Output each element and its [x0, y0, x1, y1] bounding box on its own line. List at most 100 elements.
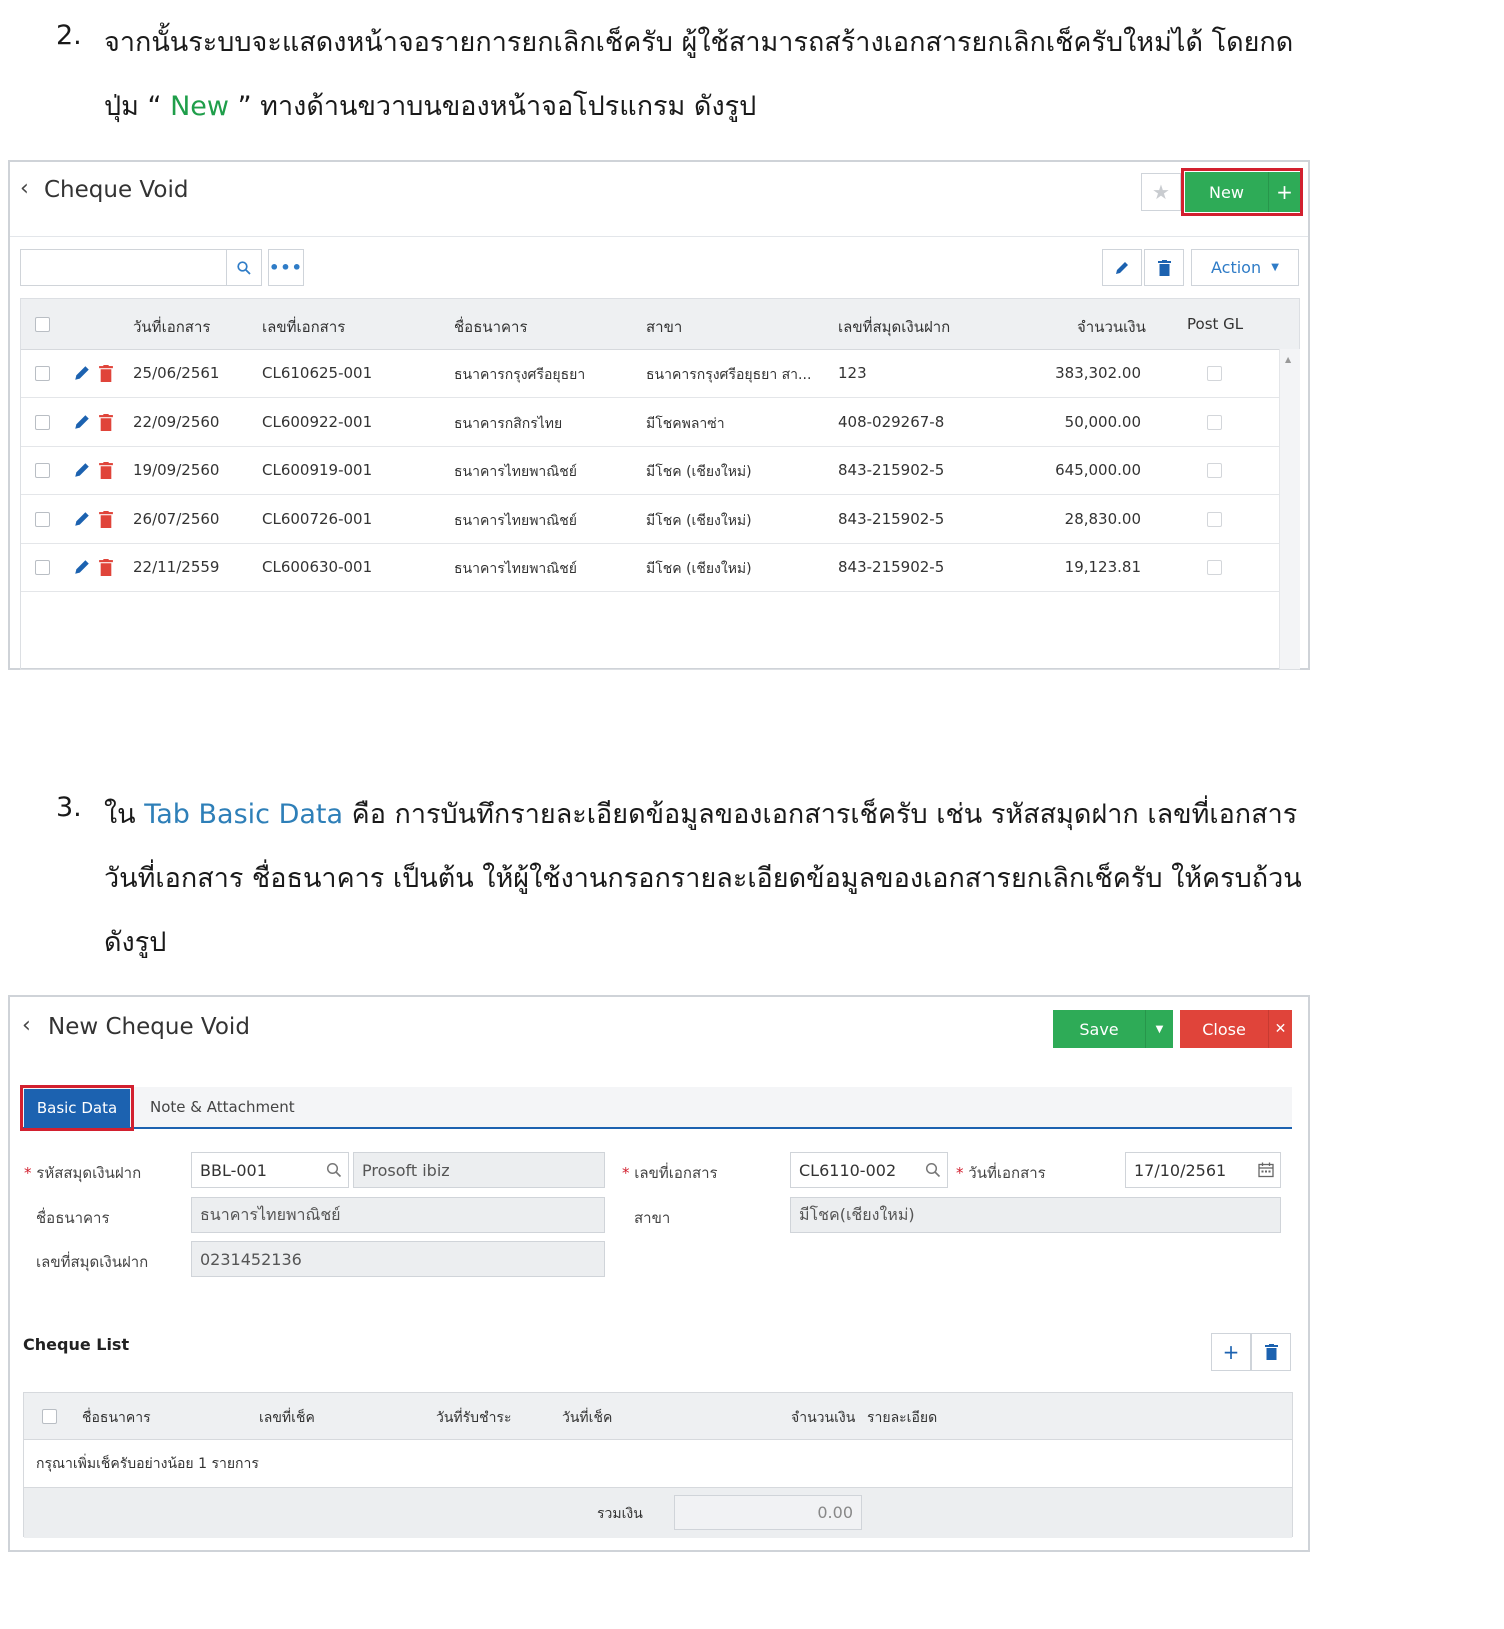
table-scrollbar[interactable]: ▲ [1279, 349, 1300, 669]
row-checkbox[interactable] [35, 463, 50, 478]
cell-branch: ธนาคารกรุงศรีอยุธยา สา... [646, 367, 812, 383]
delete-trash-icon[interactable] [99, 510, 113, 528]
col-bank-name[interactable]: ชื่อธนาคาร [454, 315, 528, 339]
col-doc-no[interactable]: เลขที่เอกสาร [262, 315, 345, 339]
cell-amount: 28,830.00 [1064, 509, 1141, 528]
edit-pencil-icon[interactable] [73, 461, 91, 479]
col-amount: จำนวนเงิน [791, 1410, 856, 1426]
account-label: เลขที่สมุดเงินฝาก [36, 1253, 149, 1271]
select-all-checkbox[interactable] [35, 317, 50, 332]
tab-note-attachment[interactable]: Note & Attachment [150, 1098, 295, 1116]
delete-trash-icon[interactable] [99, 365, 113, 382]
edit-pencil-icon[interactable] [73, 364, 91, 382]
step-3-number: 3. [56, 792, 82, 823]
header-divider [10, 236, 1308, 237]
save-dropdown-caret-icon[interactable]: ▼ [1145, 1010, 1173, 1048]
page-title: Cheque Void [44, 177, 189, 203]
step-2-number: 2. [56, 20, 82, 51]
col-branch[interactable]: สาขา [646, 315, 682, 339]
company-name-value: Prosoft ibiz [362, 1160, 450, 1180]
post-gl-checkbox [1207, 463, 1222, 478]
col-bank-name: ชื่อธนาคาร [82, 1410, 151, 1426]
table-row[interactable]: 25/06/2561 CL610625-001 ธนาคารกรุงศรีอยุธย… [21, 349, 1279, 398]
add-cheque-plus-icon[interactable]: + [1211, 1333, 1251, 1371]
doc-date-label: * วันที่เอกสาร [956, 1164, 1046, 1182]
branch-field: มีโชค(เชียงใหม่) [790, 1197, 1281, 1233]
bank-name-label: ชื่อธนาคาร [36, 1209, 110, 1227]
edit-pencil-icon[interactable] [1102, 249, 1142, 286]
new-cheque-void-screen: ‹ New Cheque Void Save ▼ Close ✕ Basic D… [8, 995, 1310, 1552]
row-checkbox[interactable] [35, 366, 50, 381]
post-gl-checkbox [1207, 366, 1222, 381]
branch-label: สาขา [634, 1209, 671, 1227]
cell-branch: มีโชค (เชียงใหม่) [646, 464, 752, 480]
favorite-star-icon[interactable]: ★ [1141, 173, 1181, 211]
cell-bank: ธนาคารกรุงศรีอยุธยา [454, 367, 586, 383]
close-button[interactable]: Close [1180, 1010, 1268, 1048]
edit-pencil-icon[interactable] [73, 413, 91, 431]
search-icon[interactable] [226, 249, 262, 286]
cell-date: 26/07/2560 [133, 509, 220, 528]
cell-amount: 645,000.00 [1055, 461, 1141, 479]
step-2-text-line-1: จากนั้นระบบจะแสดงหน้าจอรายการยกเลิกเช็คร… [104, 27, 1294, 58]
action-dropdown[interactable]: Action ▼ [1191, 249, 1299, 286]
more-options-icon[interactable]: ••• [268, 249, 304, 286]
total-value: 0.00 [817, 1503, 853, 1522]
back-chevron-icon[interactable]: ‹ [22, 1013, 31, 1038]
post-gl-checkbox [1207, 511, 1222, 527]
row-checkbox[interactable] [35, 414, 50, 430]
col-doc-date[interactable]: วันที่เอกสาร [133, 315, 210, 339]
post-gl-checkbox [1207, 560, 1222, 575]
delete-trash-icon[interactable] [99, 462, 113, 479]
delete-trash-icon[interactable] [99, 413, 113, 431]
table-row[interactable]: 22/11/2559 CL600630-001 ธนาคารไทยพาณิชย์ มี… [21, 543, 1279, 592]
select-all-checkbox[interactable] [42, 1409, 57, 1424]
search-icon[interactable] [925, 1162, 941, 1178]
col-post-gl[interactable]: Post GL [1187, 315, 1243, 333]
search-input[interactable] [20, 249, 228, 286]
delete-trash-icon[interactable] [99, 559, 113, 576]
account-value: 0231452136 [200, 1249, 302, 1269]
cheque-list-header: ชื่อธนาคาร เลขที่เช็ค วันที่รับชำระ วันท… [24, 1393, 1292, 1440]
table-row[interactable]: 19/09/2560 CL600919-001 ธนาคารไทยพาณิชย์ มี… [21, 446, 1279, 495]
cell-account: 123 [838, 364, 867, 382]
cell-date: 19/09/2560 [133, 461, 220, 479]
search-icon[interactable] [326, 1162, 342, 1178]
col-cheque-no: เลขที่เช็ค [259, 1410, 315, 1426]
total-value-field: 0.00 [674, 1495, 862, 1530]
row-checkbox[interactable] [35, 511, 50, 527]
step-3-text-line-3: ดังรูป [104, 927, 167, 958]
edit-pencil-icon[interactable] [73, 510, 91, 528]
caret-down-icon: ▼ [1271, 262, 1279, 273]
cell-bank: ธนาคารไทยพาณิชย์ [454, 464, 577, 480]
step-2-text-pre: ปุ่ม “ [104, 91, 162, 122]
table-row[interactable]: 22/09/2560 CL600922-001 ธนาคารกสิกรไทย มีโช… [21, 398, 1279, 447]
cheque-list-table: ชื่อธนาคาร เลขที่เช็ค วันที่รับชำระ วันท… [23, 1392, 1293, 1538]
doc-date-value: 17/10/2561 [1134, 1160, 1227, 1180]
step-2-text-post: ” ทางด้านขวาบนของหน้าจอโปรแกรม ดังรูป [237, 91, 757, 122]
cell-doc-no: CL600630-001 [262, 558, 373, 576]
col-amount[interactable]: จำนวนเงิน [1077, 315, 1146, 339]
col-payment-date: วันที่รับชำระ [436, 1410, 512, 1426]
post-gl-checkbox [1207, 414, 1222, 430]
delete-trash-icon[interactable] [1144, 249, 1184, 286]
table-row[interactable]: 26/07/2560 CL600726-001 ธนาคารไทยพาณิชย์ มี… [21, 495, 1279, 544]
col-account[interactable]: เลขที่สมุดเงินฝาก [838, 315, 950, 339]
step-3-text-line-1: ใน Tab Basic Data คือ การบันทึกรายละเอีย… [104, 792, 1297, 835]
calendar-icon[interactable] [1258, 1162, 1274, 1178]
cell-account: 843-215902-5 [838, 461, 945, 479]
cell-bank: ธนาคารกสิกรไทย [454, 415, 563, 432]
tab-basic-data-keyword: Tab Basic Data [144, 799, 344, 830]
delete-cheque-trash-icon[interactable] [1251, 1333, 1291, 1371]
back-chevron-icon[interactable]: ‹ [20, 176, 29, 201]
save-button[interactable]: Save [1053, 1010, 1145, 1048]
company-name-field: Prosoft ibiz [353, 1152, 605, 1188]
doc-no-label: * เลขที่เอกสาร [622, 1164, 718, 1182]
branch-value: มีโชค(เชียงใหม่) [799, 1204, 915, 1224]
row-checkbox[interactable] [35, 560, 50, 575]
scroll-up-icon[interactable]: ▲ [1285, 355, 1291, 364]
edit-pencil-icon[interactable] [73, 558, 91, 576]
cell-amount: 19,123.81 [1064, 558, 1141, 576]
close-x-icon[interactable]: ✕ [1268, 1010, 1292, 1048]
table-body: 25/06/2561 CL610625-001 ธนาคารกรุงศรีอยุธย… [21, 349, 1279, 593]
